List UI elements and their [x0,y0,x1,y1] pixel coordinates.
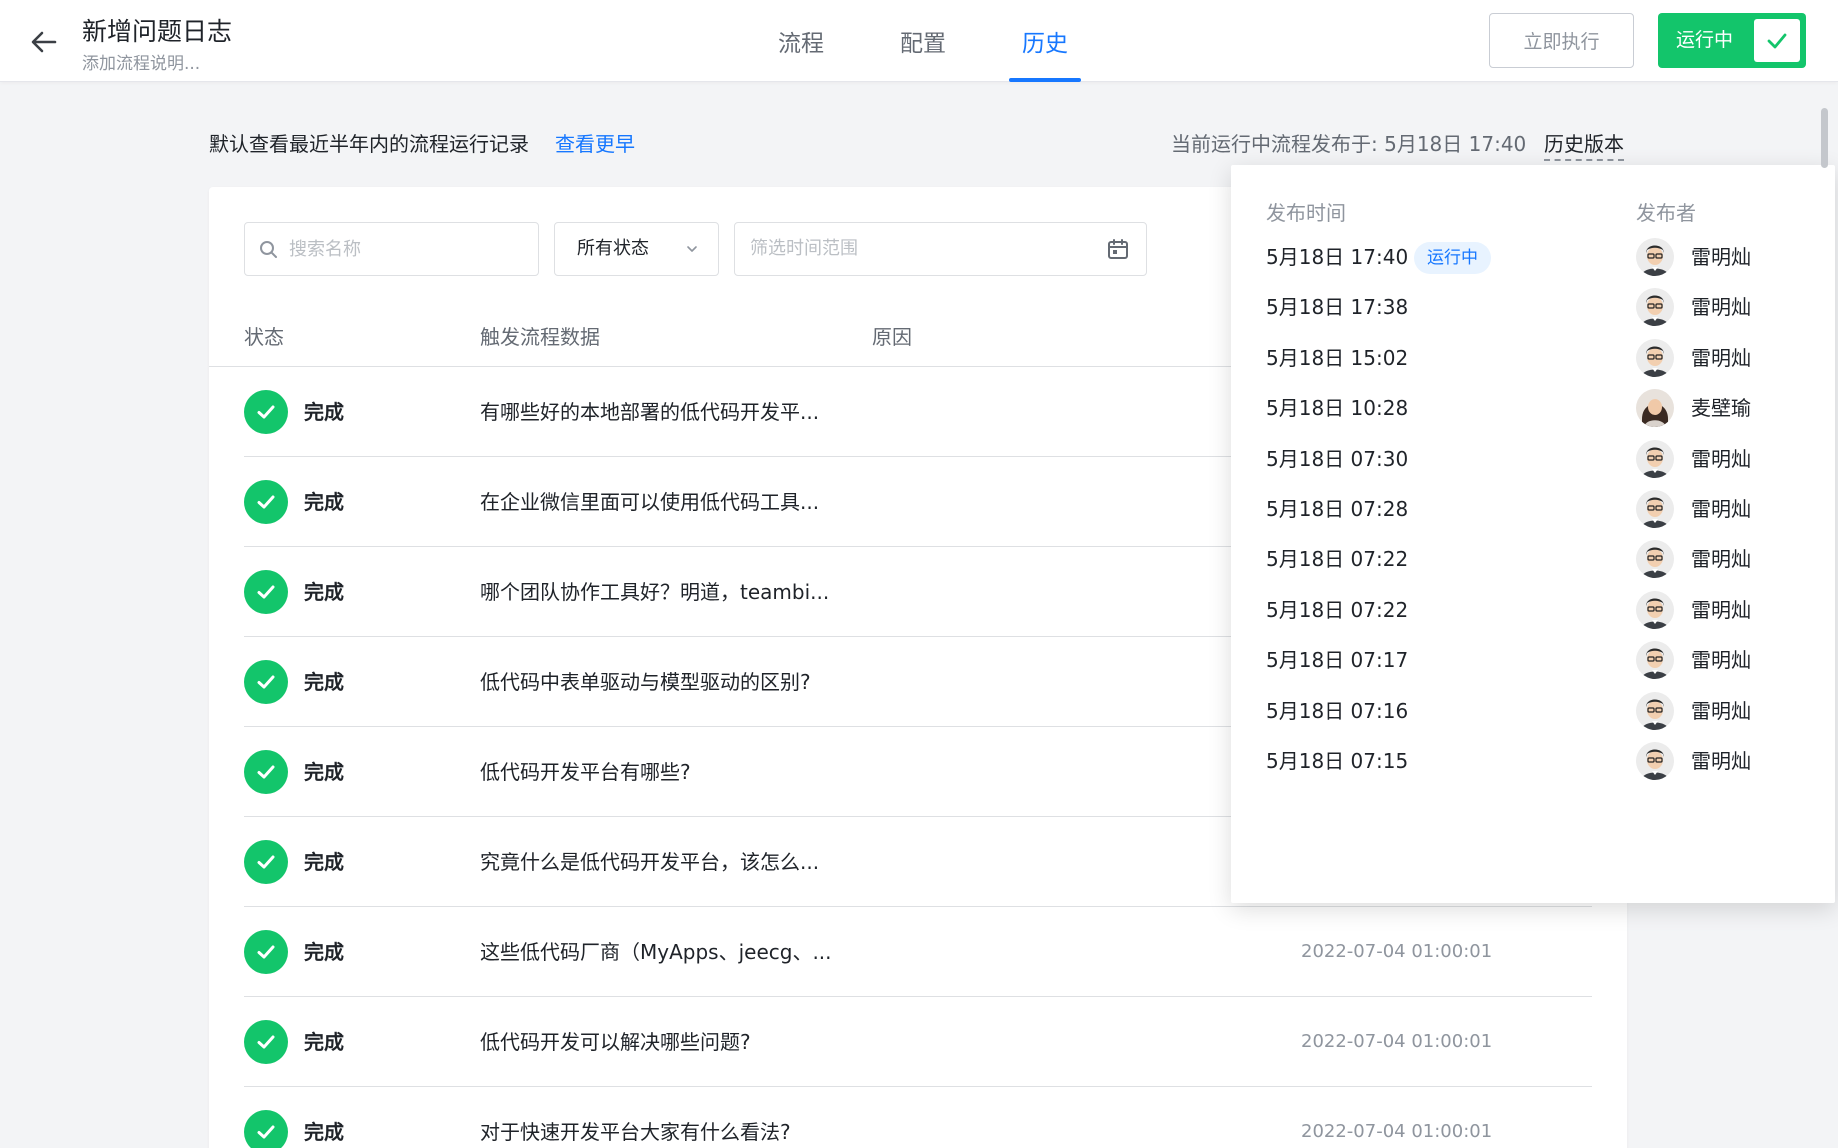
record-range-note: 默认查看最近半年内的流程运行记录 [209,132,529,156]
page-scrollbar[interactable] [1821,108,1828,168]
check-circle-icon [244,480,288,524]
trigger-data-text: 在企业微信里面可以使用低代码工具... [480,490,820,514]
check-icon [1767,33,1787,48]
arrow-left-icon [31,31,57,53]
column-status: 状态 [244,325,284,349]
check-circle-icon [244,840,288,884]
date-range-picker[interactable]: 筛选时间范围 [734,222,1147,276]
status-label: 完成 [304,580,344,604]
column-trigger-data: 触发流程数据 [480,325,600,349]
popover-header-time: 发布时间 [1266,201,1346,225]
trigger-data-text: 究竟什么是低代码开发平台，该怎么... [480,850,820,874]
avatar [1636,641,1674,680]
trigger-data-text: 哪个团队协作工具好？明道，teambi... [480,580,830,604]
trigger-data-text: 这些低代码厂商（MyApps、jeecg、... [480,940,832,964]
execute-now-button[interactable]: 立即执行 [1489,13,1634,68]
avatar [1636,439,1674,478]
tab-flow[interactable]: 流程 [740,0,862,82]
trigger-data-text: 有哪些好的本地部署的低代码开发平... [480,400,820,424]
avatar [1636,540,1674,579]
run-time: 2022-07-04 01:00:01 [1301,1031,1493,1052]
avatar [1636,691,1674,730]
avatar [1636,490,1674,528]
history-version-popover: 发布时间 发布者 5月18日 17:40 运行中 雷明灿 5月18日 17:38 雷明灿… [1231,165,1835,903]
avatar [1636,238,1674,276]
history-version-link[interactable]: 历史版本 [1544,128,1624,161]
status-label: 完成 [304,670,344,694]
status-label: 完成 [304,850,344,874]
check-circle-icon [244,750,288,794]
check-circle-icon [244,1110,288,1148]
search-input[interactable] [289,223,529,275]
chevron-down-icon [687,246,697,252]
avatar [1636,590,1674,629]
version-row[interactable]: 5月18日 07:15 雷明灿 [1231,732,1835,791]
top-header: 新增问题日志 添加流程说明... 流程 配置 历史 立即执行 运行中 [0,0,1838,82]
status-label: 完成 [304,940,344,964]
view-earlier-link[interactable]: 查看更早 [555,128,635,157]
search-box[interactable] [244,222,539,276]
trigger-data-text: 低代码开发可以解决哪些问题? [480,1030,751,1054]
running-toggle-label: 运行中 [1676,29,1734,51]
publisher-name: 雷明灿 [1691,749,1751,773]
check-circle-icon [244,1020,288,1064]
run-time: 2022-07-04 01:00:01 [1301,941,1493,962]
date-range-placeholder: 筛选时间范围 [750,238,858,259]
back-button[interactable] [28,26,60,58]
toggle-knob [1754,19,1800,62]
status-label: 完成 [304,1120,344,1144]
check-circle-icon [244,390,288,434]
trigger-data-text: 低代码中表单驱动与模型驱动的区别? [480,670,811,694]
trigger-data-text: 低代码开发平台有哪些? [480,760,691,784]
tab-history[interactable]: 历史 [984,0,1106,82]
publish-time: 5月18日 07:15 [1266,749,1409,773]
check-circle-icon [244,930,288,974]
trigger-data-text: 对于快速开发平台大家有什么看法? [480,1120,791,1144]
check-circle-icon [244,660,288,704]
main-tabs: 流程 配置 历史 [740,0,1106,82]
status-filter-value: 所有状态 [577,238,649,259]
avatar [1636,288,1674,327]
status-label: 完成 [304,1030,344,1054]
column-reason: 原因 [872,325,912,349]
avatar [1636,389,1674,428]
current-publish-info: 当前运行中流程发布于: 5月18日 17:40 [1171,132,1527,156]
page-title: 新增问题日志 [82,17,233,46]
table-row[interactable]: 完成 这些低代码厂商（MyApps、jeecg、... 2022-07-04 01:… [244,907,1592,997]
tab-config[interactable]: 配置 [862,0,984,82]
check-circle-icon [244,570,288,614]
flow-description[interactable]: 添加流程说明... [82,49,200,74]
table-row[interactable]: 完成 低代码开发可以解决哪些问题? 2022-07-04 01:00:01 [244,997,1592,1087]
running-toggle[interactable]: 运行中 [1658,13,1806,68]
status-label: 完成 [304,490,344,514]
status-label: 完成 [304,400,344,424]
calendar-icon [1108,239,1128,259]
status-filter-select[interactable]: 所有状态 [554,222,719,276]
avatar [1636,338,1674,377]
running-badge: 运行中 [1414,242,1491,274]
avatar [1636,742,1674,780]
search-icon [259,240,279,264]
run-time: 2022-07-04 01:00:01 [1301,1121,1493,1142]
popover-header-publisher: 发布者 [1636,201,1696,225]
status-label: 完成 [304,760,344,784]
table-row[interactable]: 完成 对于快速开发平台大家有什么看法? 2022-07-04 01:00:01 [244,1087,1592,1148]
